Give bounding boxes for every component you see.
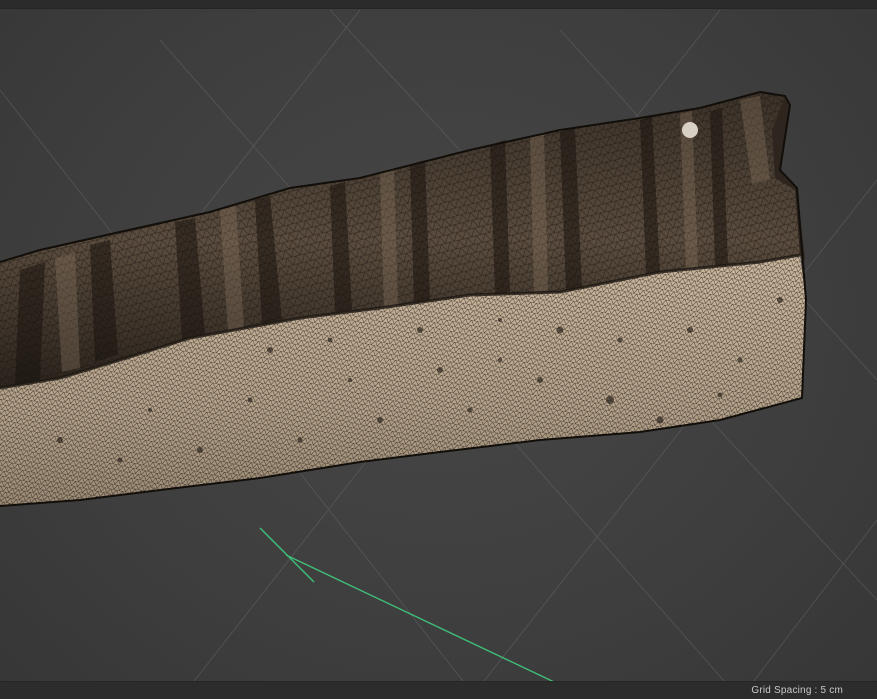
status-bar: Grid Spacing : 5 cm xyxy=(0,681,877,699)
axis-gizmo xyxy=(259,527,591,699)
viewport-scene[interactable] xyxy=(0,0,877,699)
3d-viewport[interactable]: Grid Spacing : 5 cm xyxy=(0,0,877,699)
viewport-top-bar xyxy=(0,0,877,9)
axis-line xyxy=(285,554,591,699)
grid-spacing-label: Grid Spacing : 5 cm xyxy=(751,685,843,696)
scanned-mesh[interactable] xyxy=(0,90,808,507)
mesh-hole xyxy=(682,122,698,138)
grid-line xyxy=(739,519,877,699)
